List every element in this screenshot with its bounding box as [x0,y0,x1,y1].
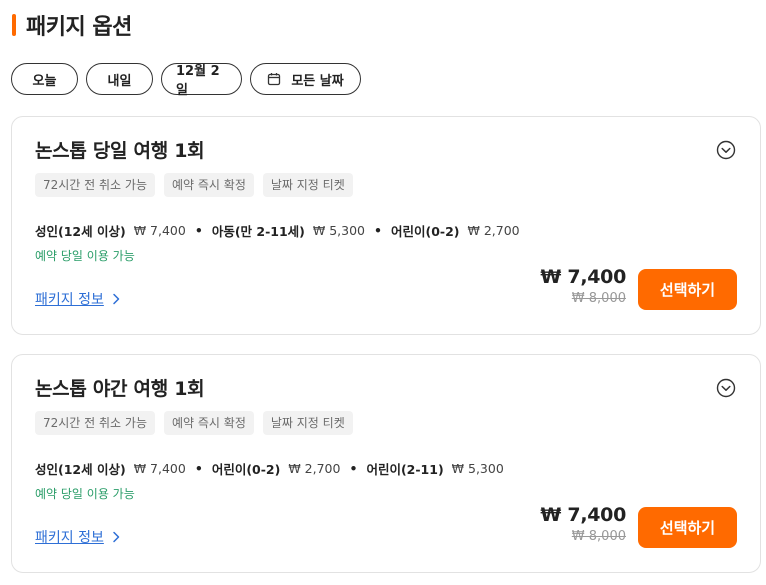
price-amount: ₩ 7,400 [133,223,186,238]
package-info-label: 패키지 정보 [35,292,104,308]
price-breakdown: 성인(12세 이상) ₩ 7,400 • 어린이(0-2) ₩ 2,700 • … [35,459,504,478]
price-label: 아동(만 2-11세) [211,224,305,239]
date-chip-dec-2[interactable]: 12월 2일 [161,63,242,98]
date-chip-today[interactable]: 오늘 [11,63,78,95]
chevron-right-icon [113,531,120,543]
availability-note: 예약 당일 이용 가능 [35,249,135,263]
price-block: ₩ 7,400 ₩ 8,000 [540,504,626,544]
bullet-separator: • [374,223,382,238]
package-card: 논스톱 당일 여행 1회 72시간 전 취소 가능 예약 즉시 확정 날짜 지정… [11,116,761,335]
current-price: ₩ 7,400 [540,504,626,526]
package-info-label: 패키지 정보 [35,530,104,546]
chevron-right-icon [113,293,120,305]
price-label: 어린이(0-2) [211,462,281,477]
package-tags: 72시간 전 취소 가능 예약 즉시 확정 날짜 지정 티켓 [35,411,353,435]
date-filter-row: 오늘 내일 12월 2일 모든 날짜 [11,63,361,98]
price-amount: ₩ 2,700 [467,223,520,238]
chevron-down-circle-icon[interactable] [716,140,736,160]
date-chip-all-dates[interactable]: 모든 날짜 [250,63,361,95]
tag-cancellation: 72시간 전 취소 가능 [35,411,155,435]
section-title: 패키지 옵션 [26,15,132,40]
price-amount: ₩ 7,400 [133,461,186,476]
tag-dated-ticket: 날짜 지정 티켓 [262,173,353,197]
select-button[interactable]: 선택하기 [638,507,737,548]
price-label: 어린이(2-11) [366,462,444,477]
package-info-link[interactable]: 패키지 정보 [35,289,120,309]
bullet-separator: • [194,223,203,238]
availability-note: 예약 당일 이용 가능 [35,487,135,501]
price-label: 어린이(0-2) [391,224,460,239]
package-name: 논스톱 야간 여행 1회 [35,378,205,400]
price-block: ₩ 7,400 ₩ 8,000 [540,266,626,306]
package-card: 논스톱 야간 여행 1회 72시간 전 취소 가능 예약 즉시 확정 날짜 지정… [11,354,761,573]
date-chip-label: 오늘 [32,73,57,89]
bullet-separator: • [349,461,358,476]
current-price: ₩ 7,400 [540,266,626,288]
date-chip-label: 모든 날짜 [291,73,344,89]
date-chip-label: 12월 2일 [176,64,220,98]
price-label: 성인(12세 이상) [35,462,126,477]
package-tags: 72시간 전 취소 가능 예약 즉시 확정 날짜 지정 티켓 [35,173,353,197]
tag-instant-confirm: 예약 즉시 확정 [164,411,254,435]
package-name: 논스톱 당일 여행 1회 [35,140,205,162]
package-info-link[interactable]: 패키지 정보 [35,527,120,547]
tag-instant-confirm: 예약 즉시 확정 [164,173,254,197]
section-header: 패키지 옵션 [12,10,132,40]
chevron-down-circle-icon[interactable] [716,378,736,398]
date-chip-label: 내일 [107,73,132,89]
tag-cancellation: 72시간 전 취소 가능 [35,173,155,197]
price-amount: ₩ 2,700 [288,461,341,476]
original-price: ₩ 8,000 [571,529,626,544]
select-button[interactable]: 선택하기 [638,269,737,310]
bullet-separator: • [194,461,203,476]
original-price: ₩ 8,000 [571,291,626,306]
tag-dated-ticket: 날짜 지정 티켓 [262,411,353,435]
price-label: 성인(12세 이상) [35,224,126,239]
title-accent-bar [12,14,16,36]
price-amount: ₩ 5,300 [451,461,504,476]
calendar-icon [268,73,281,86]
price-breakdown: 성인(12세 이상) ₩ 7,400 • 아동(만 2-11세) ₩ 5,300… [35,221,520,240]
date-chip-tomorrow[interactable]: 내일 [86,63,153,95]
price-amount: ₩ 5,300 [312,223,365,238]
